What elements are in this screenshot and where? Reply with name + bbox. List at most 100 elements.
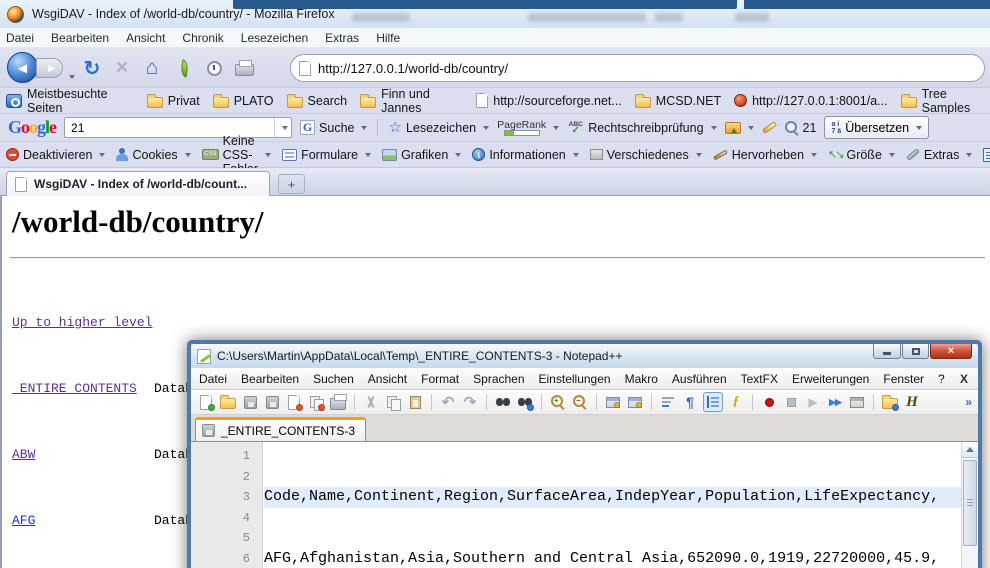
bookmark-privat[interactable]: Privat — [147, 94, 200, 108]
webdev-verschiedenes[interactable]: Verschiedenes — [590, 148, 702, 162]
menu-hilfe[interactable]: Hilfe — [376, 31, 400, 45]
npp-menu-sprachen[interactable]: Sprachen — [473, 372, 524, 386]
forward-button[interactable]: ▶ — [36, 58, 63, 78]
bookmark-search[interactable]: Search — [287, 94, 348, 108]
npp-menu-textfx[interactable]: TextFX — [741, 372, 778, 386]
new-file-icon[interactable] — [197, 393, 215, 411]
close-button[interactable]: × — [930, 344, 972, 359]
back-button[interactable]: ◀ — [7, 52, 38, 83]
npp-menu-bearbeiten[interactable]: Bearbeiten — [241, 372, 299, 386]
webdev-formulare[interactable]: Formulare — [282, 148, 371, 162]
menu-ansicht[interactable]: Ansicht — [126, 31, 165, 45]
npp-menu-datei[interactable]: Datei — [199, 372, 227, 386]
menu-datei[interactable]: Datei — [6, 31, 34, 45]
bookmark-meistbesuchte-seiten[interactable]: Meistbesuchte Seiten — [6, 87, 134, 115]
view-in-html-icon[interactable]: H — [903, 393, 921, 411]
listing-link[interactable]: _ENTIRE_CONTENTS — [12, 378, 154, 400]
sage-leaf-icon[interactable] — [172, 56, 196, 80]
bookmark-localhost-8001[interactable]: http://127.0.0.1:8001/a... — [734, 94, 888, 108]
google-search-button[interactable]: GSuche — [300, 120, 367, 135]
open-file-icon[interactable] — [219, 393, 237, 411]
close-file-icon[interactable] — [285, 393, 303, 411]
document-tab[interactable]: _ENTIRE_CONTENTS-3 — [195, 417, 366, 441]
url-input[interactable] — [318, 61, 984, 76]
menu-chronik[interactable]: Chronik — [182, 31, 223, 45]
reload-icon[interactable]: ↻ — [80, 56, 104, 80]
stop-icon[interactable]: × — [110, 56, 134, 80]
bookmark-plato[interactable]: PLATO — [213, 94, 274, 108]
webdev-quelltext[interactable]: Quelltext — [983, 148, 990, 162]
notepad-titlebar[interactable]: C:\Users\Martin\AppData\Local\Temp\_ENTI… — [191, 344, 978, 368]
toolbar-overflow-icon[interactable]: » — [965, 395, 972, 409]
url-bar[interactable] — [290, 54, 985, 82]
webdev-grafiken[interactable]: Grafiken — [382, 148, 461, 162]
autofill-button[interactable] — [725, 122, 754, 134]
zoom-out-icon[interactable]: − — [571, 393, 589, 411]
webdev-groesse[interactable]: ↖↘Größe — [828, 148, 895, 162]
npp-menu-ausfuehren[interactable]: Ausführen — [672, 372, 727, 386]
print-icon[interactable] — [232, 56, 256, 80]
scroll-up-icon[interactable] — [962, 442, 978, 458]
macro-save-icon[interactable] — [848, 393, 866, 411]
browser-tab[interactable]: WsgiDAV - Index of /world-db/count... — [6, 171, 270, 196]
indent-guide-icon[interactable] — [703, 392, 723, 412]
history-dropdown[interactable] — [66, 66, 75, 84]
history-clock-icon[interactable] — [202, 56, 226, 80]
paste-icon[interactable] — [406, 393, 424, 411]
bookmark-finn-und-jannes[interactable]: Finn und Jannes — [360, 87, 463, 115]
undo-icon[interactable]: ↶ — [439, 393, 457, 411]
copy-icon[interactable] — [384, 393, 402, 411]
npp-menu-makro[interactable]: Makro — [625, 372, 658, 386]
minimize-button[interactable] — [873, 344, 901, 359]
sync-horizontal-icon[interactable] — [626, 393, 644, 411]
macro-play-icon[interactable]: ▶ — [804, 393, 822, 411]
new-tab-button[interactable]: + — [278, 174, 305, 194]
menu-extras[interactable]: Extras — [325, 31, 359, 45]
npp-menu-suchen[interactable]: Suchen — [313, 372, 354, 386]
macro-run-multiple-icon[interactable]: ▶▶ — [826, 393, 844, 411]
redo-icon[interactable]: ↷ — [461, 393, 479, 411]
webdev-informationen[interactable]: iInformationen — [472, 148, 578, 162]
editor-scrollbar[interactable] — [961, 442, 978, 568]
close-all-icon[interactable] — [307, 393, 325, 411]
scrollbar-thumb[interactable] — [963, 460, 977, 546]
menu-lesezeichen[interactable]: Lesezeichen — [241, 31, 308, 45]
npp-menu-help[interactable]: ? — [938, 372, 945, 386]
editor-text[interactable]: Code,Name,Continent,Region,SurfaceArea,I… — [264, 442, 961, 568]
translate-button[interactable]: a í7 äÜbersetzen — [824, 116, 929, 139]
save-all-icon[interactable] — [263, 393, 281, 411]
maximize-button[interactable] — [902, 344, 929, 359]
replace-icon[interactable] — [516, 393, 534, 411]
menu-bearbeiten[interactable]: Bearbeiten — [51, 31, 109, 45]
word-wrap-icon[interactable] — [659, 393, 677, 411]
print-icon[interactable] — [329, 393, 347, 411]
listing-link[interactable]: ABW — [12, 444, 154, 466]
search-history-dropdown[interactable] — [274, 118, 291, 137]
webdev-extras[interactable]: Extras — [906, 148, 972, 162]
macro-stop-icon[interactable] — [782, 393, 800, 411]
npp-menu-einstellungen[interactable]: Einstellungen — [539, 372, 611, 386]
function-completion-icon[interactable]: ƒ — [727, 393, 745, 411]
bookmark-mcsd-net[interactable]: MCSD.NET — [635, 94, 721, 108]
highlighter-button[interactable] — [762, 125, 777, 130]
macro-record-icon[interactable] — [760, 393, 778, 411]
cut-icon[interactable] — [362, 393, 380, 411]
google-bookmarks-button[interactable]: ☆Lesezeichen — [388, 120, 489, 135]
spellcheck-button[interactable]: ABC✓Rechtschreibprüfung — [567, 121, 716, 135]
sync-vertical-icon[interactable] — [604, 393, 622, 411]
home-icon[interactable]: ⌂ — [140, 56, 164, 80]
find-icon[interactable] — [494, 393, 512, 411]
bookmark-sourceforge[interactable]: http://sourceforge.net... — [476, 93, 622, 108]
firefox-titlebar[interactable]: WsgiDAV - Index of /world-db/country/ - … — [0, 0, 990, 28]
listing-link[interactable]: AFG — [12, 510, 154, 532]
npp-menu-format[interactable]: Format — [421, 372, 459, 386]
webdev-cookies[interactable]: Cookies — [116, 148, 190, 162]
webdev-hervorheben[interactable]: Hervorheben — [713, 148, 817, 162]
find-count-widget[interactable]: 21 — [785, 121, 817, 135]
npp-menu-erweiterungen[interactable]: Erweiterungen — [792, 372, 869, 386]
bookmark-tree-samples[interactable]: Tree Samples — [901, 87, 990, 115]
show-all-chars-icon[interactable]: ¶ — [681, 393, 699, 411]
editor-area[interactable]: 1 2 3 4 5 6 Code,Name,Continent,Region,S… — [191, 442, 978, 568]
pagerank-widget[interactable]: PageRank — [497, 120, 559, 136]
npp-menu-ansicht[interactable]: Ansicht — [368, 372, 407, 386]
